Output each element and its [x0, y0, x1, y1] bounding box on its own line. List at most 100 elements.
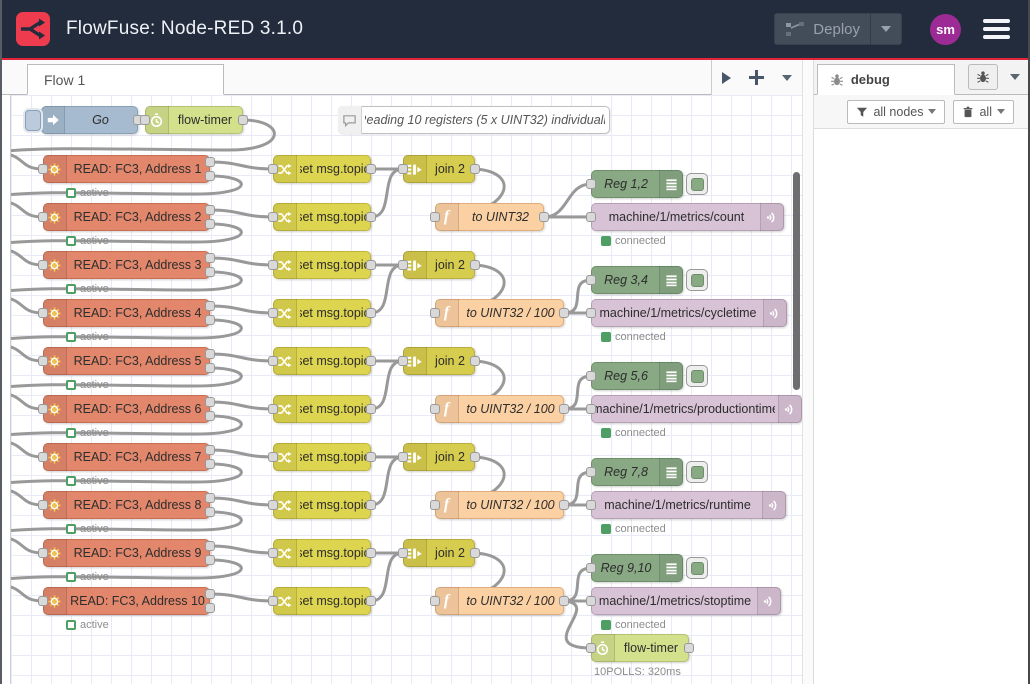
output-port[interactable] [205, 541, 215, 551]
debug-toggle-button[interactable] [686, 269, 708, 291]
output-port[interactable] [205, 411, 215, 421]
input-port[interactable] [398, 452, 408, 462]
node-reg4[interactable]: Reg 7,8 [591, 458, 683, 486]
output-port[interactable] [366, 548, 376, 558]
node-set8[interactable]: set msg.topic [273, 491, 371, 519]
output-port[interactable] [205, 493, 215, 503]
output-port[interactable] [470, 356, 480, 366]
output-port[interactable] [205, 349, 215, 359]
output-port[interactable] [205, 301, 215, 311]
output-port[interactable] [559, 404, 569, 414]
debug-toggle-button[interactable] [686, 557, 708, 579]
node-set10[interactable]: set msg.topic [273, 587, 371, 615]
node-mqtt2[interactable]: machine/1/metrics/cycletimeconnected [591, 299, 787, 327]
input-port[interactable] [586, 596, 596, 606]
open-flows-icon[interactable] [722, 72, 731, 84]
output-port[interactable] [205, 157, 215, 167]
debug-filter-button[interactable] [968, 64, 998, 90]
output-port[interactable] [205, 315, 215, 325]
node-set2[interactable]: set msg.topic [273, 203, 371, 231]
node-join2[interactable]: join 2 [403, 251, 475, 279]
node-read10[interactable]: READ: FC3, Address 10active [43, 587, 210, 615]
node-read4[interactable]: READ: FC3, Address 4active [43, 299, 210, 327]
input-port[interactable] [268, 452, 278, 462]
output-port[interactable] [205, 445, 215, 455]
input-port[interactable] [38, 260, 48, 270]
output-port[interactable] [470, 260, 480, 270]
node-join4[interactable]: join 2 [403, 443, 475, 471]
output-port[interactable] [205, 397, 215, 407]
output-port[interactable] [684, 643, 694, 653]
input-port[interactable] [586, 212, 596, 222]
node-set3[interactable]: set msg.topic [273, 251, 371, 279]
node-mqtt1[interactable]: machine/1/metrics/countconnected [591, 203, 784, 231]
node-func4[interactable]: fto UINT32 / 100 [435, 491, 564, 519]
input-port[interactable] [38, 452, 48, 462]
output-port[interactable] [205, 507, 215, 517]
output-port[interactable] [470, 548, 480, 558]
node-set5[interactable]: set msg.topic [273, 347, 371, 375]
output-port[interactable] [205, 267, 215, 277]
node-mqtt4[interactable]: machine/1/metrics/runtimeconnected [591, 491, 786, 519]
debug-toggle-button[interactable] [686, 173, 708, 195]
input-port[interactable] [430, 500, 440, 510]
output-port[interactable] [205, 363, 215, 373]
input-port[interactable] [430, 404, 440, 414]
input-port[interactable] [268, 260, 278, 270]
input-port[interactable] [38, 596, 48, 606]
output-port[interactable] [205, 603, 215, 613]
output-port[interactable] [205, 205, 215, 215]
input-port[interactable] [38, 548, 48, 558]
sidebar-menu-chevron-icon[interactable] [1010, 74, 1020, 80]
filter-nodes-button[interactable]: all nodes [847, 100, 945, 124]
output-port[interactable] [205, 253, 215, 263]
input-port[interactable] [268, 500, 278, 510]
input-port[interactable] [430, 596, 440, 606]
input-port[interactable] [268, 548, 278, 558]
node-func3[interactable]: fto UINT32 / 100 [435, 395, 564, 423]
add-flow-button[interactable] [749, 70, 764, 85]
node-func1[interactable]: fto UINT32 [435, 203, 544, 231]
node-read3[interactable]: READ: FC3, Address 3active [43, 251, 210, 279]
output-port[interactable] [559, 596, 569, 606]
node-read9[interactable]: READ: FC3, Address 9active [43, 539, 210, 567]
output-port[interactable] [366, 308, 376, 318]
input-port[interactable] [586, 371, 596, 381]
node-set9[interactable]: set msg.topic [273, 539, 371, 567]
input-port[interactable] [586, 467, 596, 477]
node-join5[interactable]: join 2 [403, 539, 475, 567]
output-port[interactable] [205, 219, 215, 229]
node-set4[interactable]: set msg.topic [273, 299, 371, 327]
input-port[interactable] [38, 500, 48, 510]
deploy-button[interactable]: Deploy [774, 13, 902, 45]
node-set6[interactable]: set msg.topic [273, 395, 371, 423]
input-port[interactable] [38, 212, 48, 222]
flow-canvas[interactable]: Goflow-timerReading 10 registers (5 x UI… [10, 95, 802, 684]
input-port[interactable] [38, 164, 48, 174]
input-port[interactable] [38, 404, 48, 414]
output-port[interactable] [205, 555, 215, 565]
vertical-scrollbar[interactable] [793, 172, 800, 390]
node-mqtt5[interactable]: machine/1/metrics/stoptimeconnected [591, 587, 781, 615]
input-port[interactable] [586, 275, 596, 285]
input-port[interactable] [430, 212, 440, 222]
output-port[interactable] [366, 356, 376, 366]
input-port[interactable] [398, 260, 408, 270]
output-port[interactable] [559, 500, 569, 510]
output-port[interactable] [470, 452, 480, 462]
output-port[interactable] [539, 212, 549, 222]
node-reg2[interactable]: Reg 3,4 [591, 266, 683, 294]
output-port[interactable] [366, 404, 376, 414]
output-port[interactable] [205, 459, 215, 469]
node-set7[interactable]: set msg.topic [273, 443, 371, 471]
input-port[interactable] [38, 356, 48, 366]
node-reg1[interactable]: Reg 1,2 [591, 170, 683, 198]
input-port[interactable] [268, 164, 278, 174]
output-port[interactable] [366, 260, 376, 270]
output-port[interactable] [205, 171, 215, 181]
output-port[interactable] [366, 212, 376, 222]
node-join3[interactable]: join 2 [403, 347, 475, 375]
avatar[interactable]: sm [930, 14, 961, 45]
input-port[interactable] [430, 308, 440, 318]
input-port[interactable] [586, 643, 596, 653]
